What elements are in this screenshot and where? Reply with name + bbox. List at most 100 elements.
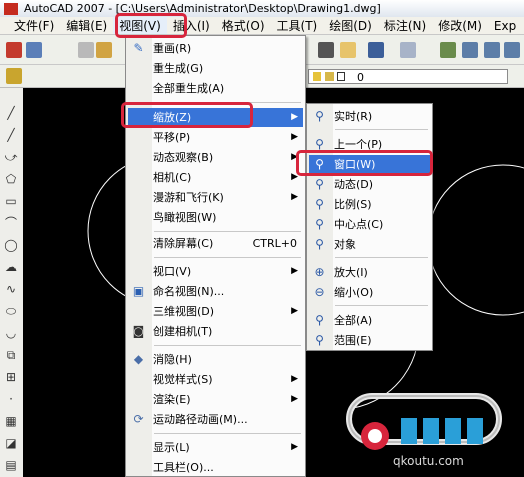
menu-insert[interactable]: 插入(I) xyxy=(167,17,216,34)
menu-modify[interactable]: 修改(M) xyxy=(432,17,488,34)
menu-item-zoom-center[interactable]: ⚲ 中心点(C) xyxy=(309,215,430,234)
new-drawing-icon[interactable] xyxy=(6,42,22,58)
menu-item-zoom-extents[interactable]: ⚲ 范围(E) xyxy=(309,331,430,350)
menu-item-zoom-previous[interactable]: ⚲ 上一个(P) xyxy=(309,135,430,154)
zoom-object-icon: ⚲ xyxy=(315,237,324,251)
menu-separator xyxy=(154,231,301,232)
circle-icon[interactable]: ◯ xyxy=(4,238,18,252)
current-layer-value: 0 xyxy=(357,71,364,84)
menu-draw[interactable]: 绘图(D) xyxy=(323,17,378,34)
menu-item-create-camera[interactable]: ◙ 创建相机(T) xyxy=(128,322,303,341)
spline-icon[interactable]: ∿ xyxy=(4,282,18,296)
menu-item-hide[interactable]: ◆ 消隐(H) xyxy=(128,350,303,369)
submenu-arrow-icon: ▶ xyxy=(291,152,298,162)
menu-item-clean-screen[interactable]: 清除屏幕(C) CTRL+0 xyxy=(128,234,303,253)
menu-separator xyxy=(154,102,301,103)
make-block-icon[interactable]: ⊞ xyxy=(4,370,18,384)
save-icon[interactable] xyxy=(78,42,94,58)
table-icon[interactable]: ▤ xyxy=(4,458,18,472)
menu-item-camera[interactable]: 相机(C) ▶ xyxy=(128,168,303,187)
menu-express[interactable]: Exp xyxy=(488,19,522,33)
submenu-arrow-icon: ▶ xyxy=(291,132,298,142)
motion-path-icon: ⟳ xyxy=(133,412,144,426)
menu-edit[interactable]: 编辑(E) xyxy=(60,17,113,34)
menu-separator xyxy=(335,129,428,130)
zoom-all-icon: ⚲ xyxy=(315,313,324,327)
region-icon[interactable]: ◪ xyxy=(4,436,18,450)
menu-separator xyxy=(154,345,301,346)
zoom-window-icon: ⚲ xyxy=(315,157,324,171)
submenu-arrow-icon: ▶ xyxy=(291,172,298,182)
zoom-realtime-toolbar-icon[interactable] xyxy=(462,42,478,58)
zoom-previous-icon: ⚲ xyxy=(315,137,324,151)
menu-file[interactable]: 文件(F) xyxy=(8,17,60,34)
menu-item-named-views[interactable]: ▣ 命名视图(N)... xyxy=(128,282,303,301)
menu-item-zoom[interactable]: 缩放(Z) ▶ xyxy=(128,108,303,127)
pan-icon[interactable] xyxy=(440,42,456,58)
arc-icon[interactable]: ⌒ xyxy=(4,216,18,230)
window-title: AutoCAD 2007 - [C:\Users\Administrator\D… xyxy=(24,2,381,15)
rectangle-icon[interactable]: ▭ xyxy=(4,194,18,208)
menu-item-pan[interactable]: 平移(P) ▶ xyxy=(128,128,303,147)
ellipse-icon[interactable]: ⬭ xyxy=(4,304,18,318)
hatch-icon[interactable]: ▦ xyxy=(4,414,18,428)
menu-dimension[interactable]: 标注(N) xyxy=(378,17,432,34)
revision-cloud-icon[interactable]: ☁ xyxy=(4,260,18,274)
layer-manager-icon[interactable] xyxy=(6,68,22,84)
point-icon[interactable]: · xyxy=(4,392,18,406)
menu-item-aerial-view[interactable]: 鸟瞰视图(W) xyxy=(128,208,303,227)
menu-item-zoom-object[interactable]: ⚲ 对象 xyxy=(309,235,430,254)
draw-toolbar: ╱ ╱ ⤻ ⬠ ▭ ⌒ ◯ ☁ ∿ ⬭ ◡ ⧉ ⊞ · ▦ ◪ ▤ xyxy=(0,88,24,477)
menu-separator xyxy=(154,257,301,258)
submenu-arrow-icon: ▶ xyxy=(291,374,298,384)
menu-item-regen[interactable]: 重生成(G) xyxy=(128,59,303,78)
polyline-icon[interactable]: ⤻ xyxy=(4,150,18,164)
menu-item-3d-views[interactable]: 三维视图(D) ▶ xyxy=(128,302,303,321)
menu-item-viewports[interactable]: 视口(V) ▶ xyxy=(128,262,303,281)
polygon-icon[interactable]: ⬠ xyxy=(4,172,18,186)
line-icon[interactable]: ╱ xyxy=(4,106,18,120)
menu-item-orbit[interactable]: 动态观察(B) ▶ xyxy=(128,148,303,167)
menu-bar: 文件(F) 编辑(E) 视图(V) 插入(I) 格式(O) 工具(T) 绘图(D… xyxy=(0,17,524,35)
redo-icon[interactable] xyxy=(400,42,416,58)
menu-item-zoom-window[interactable]: ⚲ 窗口(W) xyxy=(309,155,430,174)
menu-item-redraw[interactable]: ✎ 重画(R) xyxy=(128,39,303,58)
publish-icon[interactable] xyxy=(96,42,112,58)
menu-item-zoom-realtime[interactable]: ⚲ 实时(R) xyxy=(309,107,430,126)
zoom-dynamic-icon: ⚲ xyxy=(315,177,324,191)
layer-dropdown[interactable]: 0 xyxy=(308,69,508,84)
named-view-icon: ▣ xyxy=(132,284,145,298)
menu-item-zoom-scale[interactable]: ⚲ 比例(S) xyxy=(309,195,430,214)
zoom-extents-icon: ⚲ xyxy=(315,333,324,347)
menu-view[interactable]: 视图(V) xyxy=(113,17,167,34)
brush-icon[interactable] xyxy=(340,42,356,58)
menu-format[interactable]: 格式(O) xyxy=(216,17,271,34)
lock-icon xyxy=(337,72,345,81)
menu-item-zoom-in[interactable]: ⊕ 放大(I) xyxy=(309,263,430,282)
menu-item-zoom-dynamic[interactable]: ⚲ 动态(D) xyxy=(309,175,430,194)
match-properties-icon[interactable] xyxy=(318,42,334,58)
menu-item-display[interactable]: 显示(L) ▶ xyxy=(128,438,303,457)
open-icon[interactable] xyxy=(26,42,42,58)
sun-icon xyxy=(325,72,334,81)
title-bar: AutoCAD 2007 - [C:\Users\Administrator\D… xyxy=(0,0,524,17)
menu-item-zoom-all[interactable]: ⚲ 全部(A) xyxy=(309,311,430,330)
menu-item-regen-all[interactable]: 全部重生成(A) xyxy=(128,79,303,98)
view-menu-dropdown: ✎ 重画(R) 重生成(G) 全部重生成(A) 缩放(Z) ▶ 平移(P) ▶ 动… xyxy=(125,35,306,477)
menu-item-toolbars[interactable]: 工具栏(O)... xyxy=(128,458,303,477)
menu-item-walk-fly[interactable]: 漫游和飞行(K) ▶ xyxy=(128,188,303,207)
zoom-previous-toolbar-icon[interactable] xyxy=(504,42,520,58)
menu-item-motion-path[interactable]: ⟳ 运动路径动画(M)... xyxy=(128,410,303,429)
hide-icon: ◆ xyxy=(133,352,144,366)
undo-icon[interactable] xyxy=(368,42,384,58)
ellipse-arc-icon[interactable]: ◡ xyxy=(4,326,18,340)
pen-icon: ✎ xyxy=(133,41,144,55)
menu-tools[interactable]: 工具(T) xyxy=(271,17,324,34)
menu-item-visual-styles[interactable]: 视觉样式(S) ▶ xyxy=(128,370,303,389)
menu-item-render[interactable]: 渲染(E) ▶ xyxy=(128,390,303,409)
menu-item-zoom-out[interactable]: ⊖ 缩小(O) xyxy=(309,283,430,302)
construction-line-icon[interactable]: ╱ xyxy=(4,128,18,142)
zoom-window-toolbar-icon[interactable] xyxy=(484,42,500,58)
insert-block-icon[interactable]: ⧉ xyxy=(4,348,18,362)
zoom-in-icon: ⊕ xyxy=(314,265,325,279)
